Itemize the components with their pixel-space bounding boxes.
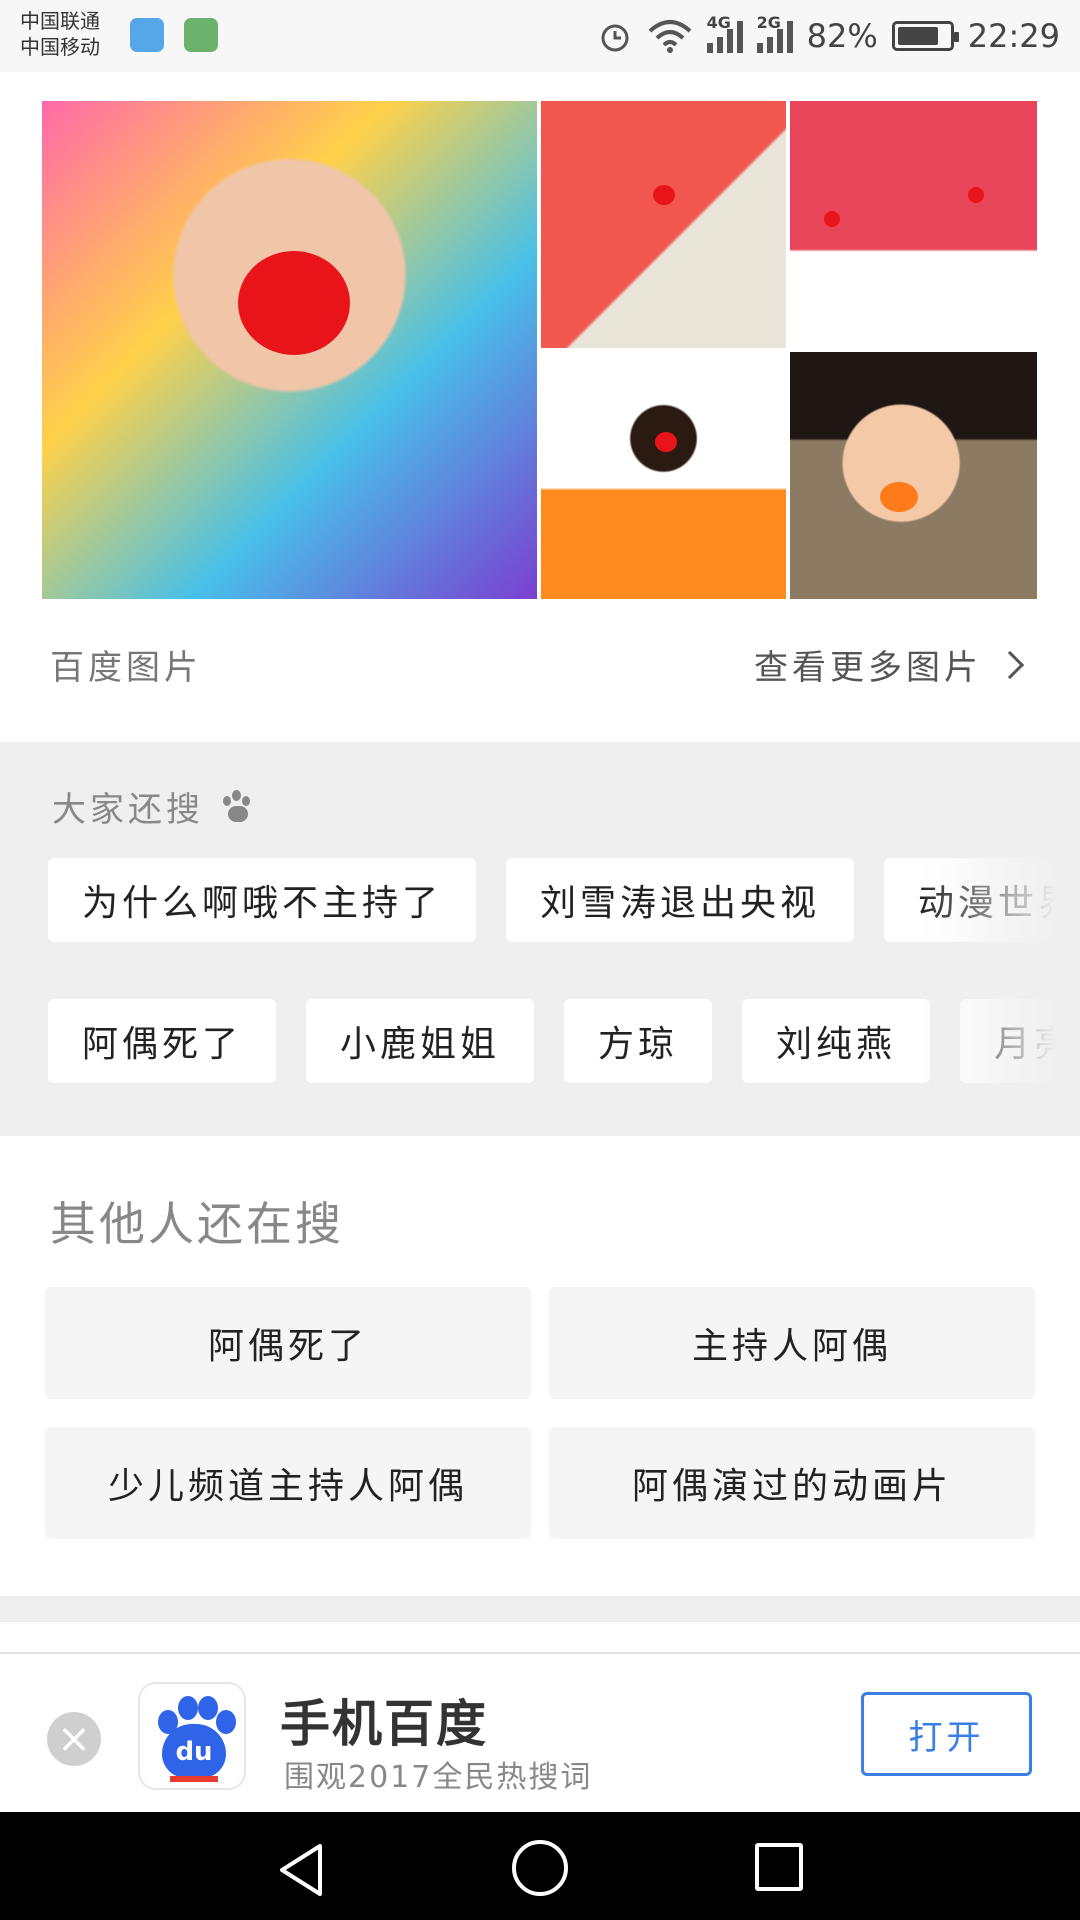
related-searches-title: 大家还搜 bbox=[52, 782, 254, 831]
more-images-link[interactable]: 查看更多图片 bbox=[754, 640, 1026, 689]
related-chip[interactable]: 动漫世界 bbox=[884, 858, 1080, 942]
baidu-app-logo: du bbox=[138, 1682, 246, 1790]
image-source-label: 百度图片 bbox=[50, 648, 202, 688]
related-chip[interactable]: 为什么啊哦不主持了 bbox=[48, 858, 477, 942]
others-search-item[interactable]: 阿偶演过的动画片 bbox=[549, 1427, 1035, 1539]
status-indicators: 4G 2G 82% 22:29 bbox=[597, 13, 1060, 58]
signal-2g-label: 2G bbox=[756, 13, 781, 32]
red-nose-decoration bbox=[655, 432, 677, 452]
baidu-paw-icon bbox=[220, 789, 254, 824]
baidu-logo-text: du bbox=[162, 1724, 226, 1778]
clock: 22:29 bbox=[967, 17, 1060, 55]
system-nav-bar bbox=[0, 1812, 1080, 1920]
chevron-right-icon bbox=[995, 650, 1025, 679]
image-result-5[interactable] bbox=[790, 352, 1037, 599]
red-nose-decoration bbox=[824, 211, 840, 227]
notification-video-icon bbox=[184, 18, 218, 52]
signal-4g-icon: 4G bbox=[706, 13, 743, 53]
carrier-2: 中国移动 bbox=[20, 35, 100, 59]
wifi-icon bbox=[648, 20, 691, 53]
others-search-item[interactable]: 阿偶死了 bbox=[45, 1287, 531, 1399]
alarm-icon bbox=[601, 24, 629, 52]
notification-health-icon bbox=[130, 18, 164, 52]
others-search-item[interactable]: 主持人阿偶 bbox=[549, 1287, 1035, 1399]
related-chip[interactable]: 阿偶死了 bbox=[48, 999, 277, 1083]
carrier-1: 中国联通 bbox=[20, 9, 100, 33]
red-nose-decoration bbox=[238, 251, 350, 355]
signal-2g-icon: 2G bbox=[756, 13, 793, 53]
related-chip[interactable]: 刘纯燕 bbox=[742, 999, 931, 1083]
back-icon[interactable] bbox=[276, 1842, 326, 1898]
battery-icon bbox=[891, 21, 959, 51]
image-result-2[interactable] bbox=[541, 101, 786, 348]
battery-percent: 82% bbox=[806, 17, 878, 55]
home-icon[interactable] bbox=[512, 1840, 568, 1896]
related-chip[interactable]: 小鹿姐姐 bbox=[306, 999, 535, 1083]
image-result-main[interactable] bbox=[42, 101, 537, 599]
open-app-button[interactable]: 打开 bbox=[861, 1692, 1032, 1776]
app-promo-banner: × du 手机百度 围观2017全民热搜词 打开 bbox=[0, 1652, 1080, 1812]
related-row-2: 阿偶死了 小鹿姐姐 方琼 刘纯燕 月亮 bbox=[48, 999, 1080, 1083]
related-chip[interactable]: 刘雪涛退出央视 bbox=[506, 858, 855, 942]
signal-4g-label: 4G bbox=[706, 13, 731, 32]
related-searches-panel: 大家还搜 为什么啊哦不主持了 刘雪涛退出央视 动漫世界 阿偶死了 小鹿姐姐 方琼… bbox=[0, 742, 1080, 1136]
related-chip[interactable]: 方琼 bbox=[564, 999, 713, 1083]
section-divider bbox=[0, 1596, 1080, 1622]
battery-fill bbox=[897, 27, 938, 45]
orange-nose-decoration bbox=[880, 482, 918, 512]
others-search-item[interactable]: 少儿频道主持人阿偶 bbox=[45, 1427, 531, 1539]
app-subtitle: 围观2017全民热搜词 bbox=[284, 1760, 593, 1795]
close-banner-button[interactable]: × bbox=[47, 1712, 101, 1766]
red-nose-decoration bbox=[968, 187, 984, 203]
recent-apps-icon[interactable] bbox=[755, 1843, 803, 1891]
related-searches-title-text: 大家还搜 bbox=[52, 790, 204, 830]
image-result-4[interactable] bbox=[541, 352, 786, 599]
image-result-3[interactable] bbox=[790, 101, 1037, 348]
related-row-1: 为什么啊哦不主持了 刘雪涛退出央视 动漫世界 bbox=[48, 858, 1080, 942]
red-nose-decoration bbox=[653, 185, 675, 205]
status-bar: 中国联通 中国移动 4G 2G 82% 22:29 bbox=[0, 0, 1080, 72]
carrier-names: 中国联通 中国移动 bbox=[20, 8, 100, 60]
app-name: 手机百度 bbox=[280, 1695, 488, 1753]
more-images-label: 查看更多图片 bbox=[754, 648, 982, 688]
others-searching-title: 其他人还在搜 bbox=[50, 1197, 344, 1251]
related-chip[interactable]: 月亮 bbox=[960, 999, 1080, 1083]
